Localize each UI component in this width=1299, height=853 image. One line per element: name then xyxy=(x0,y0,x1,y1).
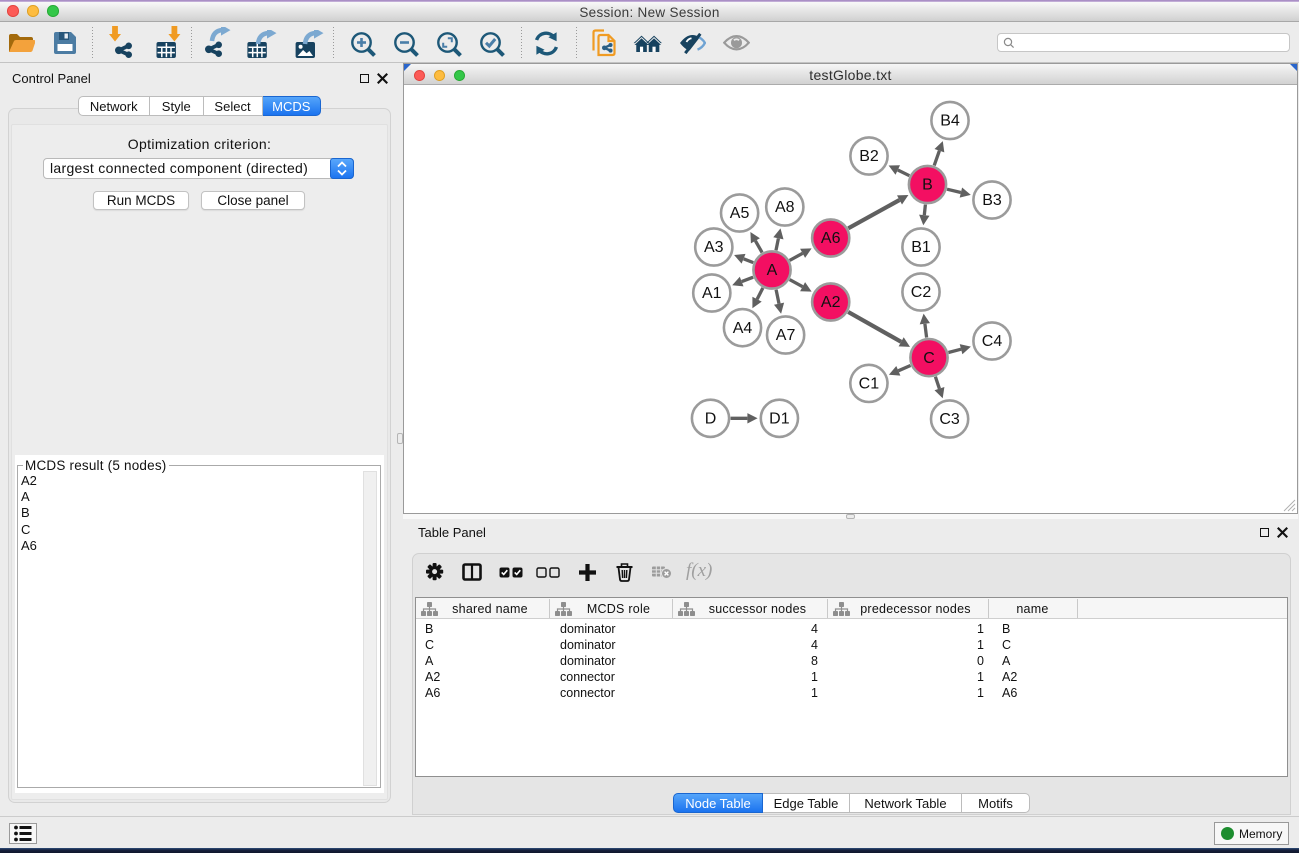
svg-text:A2: A2 xyxy=(821,294,841,311)
svg-text:A6: A6 xyxy=(821,230,841,247)
svg-text:A5: A5 xyxy=(730,205,750,222)
svg-text:A7: A7 xyxy=(776,327,796,344)
svg-text:A8: A8 xyxy=(775,199,795,216)
svg-text:D: D xyxy=(705,411,717,428)
svg-text:A3: A3 xyxy=(704,239,724,256)
svg-text:C: C xyxy=(923,350,935,367)
svg-text:B3: B3 xyxy=(982,192,1002,209)
svg-text:C4: C4 xyxy=(982,333,1003,350)
svg-text:B1: B1 xyxy=(911,239,931,256)
svg-text:B2: B2 xyxy=(859,148,879,165)
svg-text:A: A xyxy=(767,262,778,279)
svg-text:A1: A1 xyxy=(702,285,722,302)
svg-text:C1: C1 xyxy=(859,376,880,393)
svg-text:C2: C2 xyxy=(911,284,932,301)
svg-text:B: B xyxy=(922,177,933,194)
svg-text:A4: A4 xyxy=(733,320,753,337)
svg-text:C3: C3 xyxy=(939,411,960,428)
svg-text:B4: B4 xyxy=(940,113,960,130)
svg-text:D1: D1 xyxy=(769,411,790,428)
